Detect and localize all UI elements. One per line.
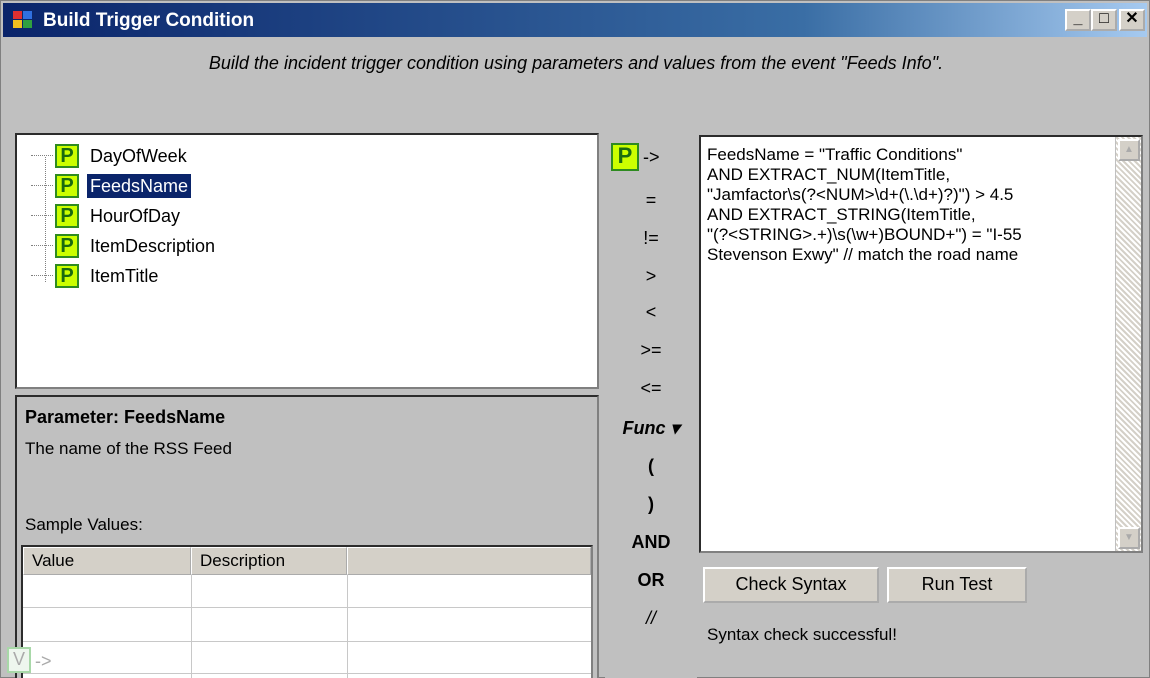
window-title: Build Trigger Condition [43, 10, 255, 31]
parameter-icon: P [55, 174, 79, 198]
function-dropdown[interactable]: Func ▾ [605, 413, 697, 443]
tree-item-label: FeedsName [87, 174, 192, 198]
tree-item-label: HourOfDay [90, 206, 181, 226]
column-header-value[interactable]: Value [23, 547, 191, 575]
app-icon [13, 11, 33, 29]
and-button[interactable]: AND [605, 527, 697, 557]
maximize-button[interactable]: □ [1091, 9, 1117, 31]
syntax-status: Syntax check successful! [707, 625, 897, 644]
parameter-title: Parameter: FeedsName [25, 407, 226, 427]
build-trigger-window: Build Trigger Condition _ □ ✕ Build the … [0, 0, 1150, 678]
tree-connector [31, 275, 53, 276]
parameter-details-panel: Parameter: FeedsName The name of the RSS… [15, 395, 599, 678]
operator-toolbar: P -> = != > < >= <= Func ▾ ( ) AND OR // [605, 133, 697, 678]
insert-value-icon: V [7, 647, 31, 673]
operator-greater-than[interactable]: > [605, 261, 697, 291]
parameter-tree[interactable]: P DayOfWeek P FeedsName P HourOfDay P It… [15, 133, 599, 389]
operator-not-equals[interactable]: != [605, 223, 697, 253]
minimize-button[interactable]: _ [1065, 9, 1091, 31]
insert-value-button: -> [35, 651, 52, 671]
tree-connector [45, 157, 46, 282]
tree-connector [31, 215, 53, 216]
condition-editor[interactable]: FeedsName = "Traffic Conditions" AND EXT… [699, 135, 1143, 553]
scroll-down-icon[interactable]: ▼ [1118, 527, 1140, 549]
sample-values-label: Sample Values: [25, 515, 143, 534]
condition-line: AND EXTRACT_NUM(ItemTitle, [707, 165, 951, 184]
run-test-button[interactable]: Run Test [887, 567, 1027, 603]
open-paren-button[interactable]: ( [605, 451, 697, 481]
grid-row-divider [23, 607, 591, 608]
insert-parameter-button[interactable]: -> [643, 147, 660, 168]
comment-button[interactable]: // [605, 603, 697, 633]
column-header-description[interactable]: Description [191, 547, 347, 575]
tree-connector [31, 155, 53, 156]
column-header-empty [347, 547, 591, 575]
condition-text[interactable]: FeedsName = "Traffic Conditions" AND EXT… [707, 145, 1111, 265]
tree-connector [31, 185, 53, 186]
operator-equals[interactable]: = [605, 185, 697, 215]
or-button[interactable]: OR [605, 565, 697, 595]
operator-greater-equal[interactable]: >= [605, 335, 697, 365]
close-button[interactable]: ✕ [1119, 9, 1145, 31]
condition-line: "(?<STRING>.+)\s(\w+)BOUND+") = "I-55 [707, 225, 1022, 244]
insert-parameter-icon[interactable]: P [611, 143, 639, 171]
operator-less-than[interactable]: < [605, 297, 697, 327]
tree-item-label: ItemDescription [90, 236, 216, 256]
editor-scrollbar[interactable]: ▲ ▼ [1115, 137, 1141, 551]
tree-connector [31, 245, 53, 246]
instruction-text: Build the incident trigger condition usi… [208, 53, 944, 73]
tree-item-label: ItemTitle [90, 266, 159, 286]
sample-values-grid[interactable]: Value Description [21, 545, 593, 678]
parameter-icon: P [55, 144, 79, 168]
parameter-description: The name of the RSS Feed [25, 439, 232, 458]
parameter-icon: P [55, 264, 79, 288]
tree-item-label: DayOfWeek [90, 146, 187, 166]
close-paren-button[interactable]: ) [605, 489, 697, 519]
parameter-icon: P [55, 204, 79, 228]
condition-line: AND EXTRACT_STRING(ItemTitle, [707, 205, 976, 224]
condition-line: FeedsName = "Traffic Conditions" [707, 145, 963, 164]
grid-row-divider [23, 673, 591, 674]
title-bar[interactable]: Build Trigger Condition _ □ ✕ [3, 3, 1147, 37]
operator-less-equal[interactable]: <= [605, 373, 697, 403]
condition-line: "Jamfactor\s(?<NUM>\d+(\.\d+)?)") > 4.5 [707, 185, 1014, 204]
grid-col-divider [191, 575, 192, 678]
grid-col-divider [347, 575, 348, 678]
check-syntax-button[interactable]: Check Syntax [703, 567, 879, 603]
condition-line: Stevenson Exwy" // match the road name [707, 245, 1019, 264]
scroll-up-icon[interactable]: ▲ [1118, 139, 1140, 161]
parameter-icon: P [55, 234, 79, 258]
grid-row-divider [23, 641, 591, 642]
